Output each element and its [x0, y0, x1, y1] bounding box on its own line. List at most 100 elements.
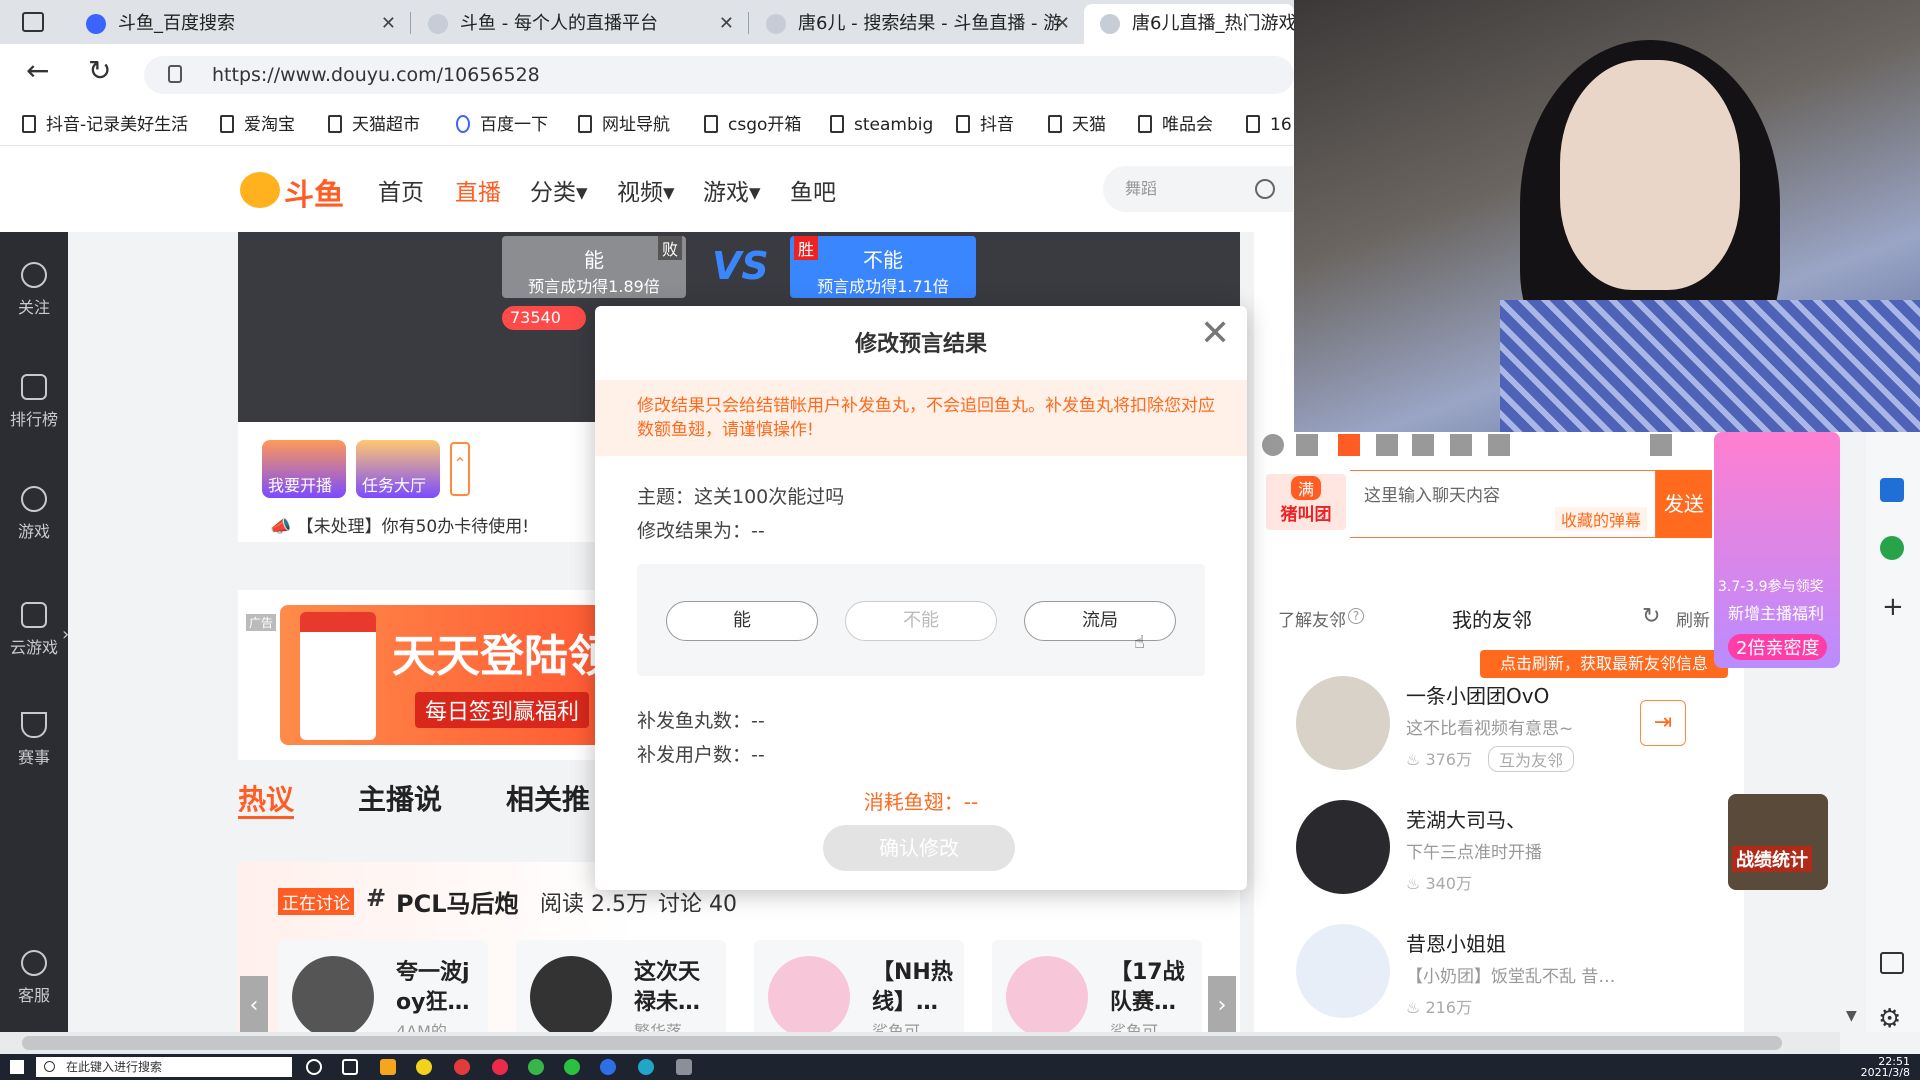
app-icon[interactable] [454, 1059, 470, 1075]
refresh-icon[interactable]: ↻ [1642, 604, 1660, 629]
topic-card[interactable]: 【NH热 线】…鲨鱼可… [754, 940, 964, 1041]
friend-name[interactable]: 芜湖大司马、 [1406, 804, 1526, 833]
filter-icon[interactable] [1650, 434, 1672, 456]
sidebar-item-events[interactable]: 赛事 [0, 712, 68, 768]
app-icon[interactable] [492, 1059, 508, 1075]
sidebar-item-games[interactable]: 游戏 [0, 486, 68, 542]
close-icon[interactable]: ✕ [381, 4, 396, 44]
tab-actions-icon[interactable] [22, 12, 44, 32]
command-icon[interactable] [1488, 434, 1510, 456]
refresh-button[interactable]: 刷新 [1676, 606, 1710, 631]
nav-fishbar[interactable]: 鱼吧 [790, 173, 836, 207]
sidebar-item-follow[interactable]: 关注 [0, 262, 68, 318]
nav-live[interactable]: 直播 [455, 173, 501, 207]
browser-tab[interactable]: 唐6儿 - 搜索结果 - 斗鱼直播 - 游 ✕ [750, 4, 1082, 44]
scrollbar-thumb[interactable] [22, 1036, 1782, 1050]
meme-icon[interactable] [1450, 434, 1472, 456]
vertical-scroll-down-icon[interactable]: ▼ [1846, 1008, 1857, 1024]
add-icon[interactable]: + [1882, 592, 1904, 622]
topic-name[interactable]: PCL马后炮 [396, 884, 519, 919]
sidebar-toggle-icon[interactable] [1880, 952, 1904, 974]
tree-icon[interactable] [1880, 536, 1904, 560]
reload-icon[interactable]: ↻ [88, 54, 111, 87]
nav-home[interactable]: 首页 [378, 173, 424, 207]
bookmark[interactable]: 网址导航 [578, 112, 670, 138]
bookmark[interactable]: 天猫 [1048, 112, 1106, 138]
sidebar-item-support[interactable]: 客服 [0, 950, 68, 1006]
bookmark[interactable]: 16 [1246, 112, 1292, 138]
cortana-icon[interactable] [306, 1059, 322, 1075]
bookmark[interactable]: 爱淘宝 [220, 112, 295, 138]
option-cannot-button[interactable]: 不能 [845, 601, 997, 641]
tab-hot-discussion[interactable]: 热议 [238, 778, 294, 818]
wechat-icon[interactable] [564, 1059, 580, 1075]
settings-gear-icon[interactable]: ⚙ [1878, 1004, 1901, 1034]
notice-line[interactable]: 📣 【未处理】你有50办卡待使用! [270, 512, 529, 537]
task-hall-button[interactable]: 任务大厅 [356, 440, 440, 498]
bookmark[interactable]: 抖音-记录美好生活 [22, 112, 188, 138]
back-arrow-icon[interactable]: ← [26, 54, 49, 87]
browser-tab[interactable]: 斗鱼_百度搜索 ✕ [70, 4, 408, 44]
bookmark[interactable]: csgo开箱 [704, 112, 801, 138]
nav-game[interactable]: 游戏▾ [703, 173, 761, 207]
tab-streamer-says[interactable]: 主播说 [358, 778, 442, 818]
carousel-prev-icon[interactable]: ‹ [240, 976, 268, 1036]
stats-banner[interactable]: 战绩统计 [1728, 794, 1828, 890]
bookmark[interactable]: 天猫超市 [328, 112, 420, 138]
promo-banner[interactable]: 3.7-3.9参与领奖 新增主播福利 2倍亲密度 [1714, 432, 1840, 668]
app-icon[interactable] [416, 1059, 432, 1075]
bookmark[interactable]: steambig [830, 112, 933, 138]
tab-learn-friends[interactable]: 了解友邻 [1278, 606, 1346, 631]
close-icon[interactable]: ✕ [1055, 4, 1070, 44]
close-icon[interactable]: ✕ [719, 4, 734, 44]
friend-name[interactable]: 一条小团团OvO [1406, 680, 1549, 709]
megaphone-icon[interactable] [1296, 434, 1318, 456]
app-icon[interactable] [676, 1059, 692, 1075]
send-button[interactable]: 发送 [1656, 470, 1712, 538]
windows-start-icon[interactable] [10, 1060, 24, 1074]
topic-card[interactable]: 这次天 禄未…繁华落… [516, 940, 726, 1041]
task-view-icon[interactable] [342, 1059, 358, 1075]
confirm-button[interactable]: 确认修改 [823, 825, 1015, 871]
avatar[interactable] [1296, 800, 1390, 894]
app-icon[interactable] [380, 1059, 396, 1075]
expand-up-icon[interactable]: ⌃ [450, 442, 470, 496]
site-logo[interactable]: 斗鱼 [240, 168, 350, 213]
fan-club-badge[interactable]: 满 猪叫团 [1266, 474, 1346, 530]
close-icon[interactable]: ✕ [1200, 316, 1230, 352]
browser-tab-active[interactable]: 唐6儿直播_热门游戏直 [1084, 4, 1294, 44]
admin-icon[interactable] [1412, 434, 1434, 456]
nav-video[interactable]: 视频▾ [617, 173, 675, 207]
start-live-button[interactable]: 我要开播 [262, 440, 346, 498]
edge-icon[interactable] [638, 1059, 654, 1075]
friend-name[interactable]: 昔恩小姐姐 [1406, 928, 1506, 957]
browser-tab[interactable]: 斗鱼 - 每个人的直播平台 ✕ [412, 4, 746, 44]
carousel-next-icon[interactable]: › [1208, 976, 1236, 1036]
tab-my-friends[interactable]: 我的友邻 [1452, 604, 1532, 633]
search-input[interactable]: 舞蹈 [1103, 166, 1293, 212]
sidebar-item-ranking[interactable]: 排行榜 [0, 374, 68, 430]
taskbar-search-input[interactable]: 在此键入进行搜索 [36, 1057, 292, 1077]
app-icon[interactable] [528, 1059, 544, 1075]
avatar[interactable] [1296, 676, 1390, 770]
enter-room-icon[interactable]: ⇥ [1640, 700, 1686, 746]
noble-icon[interactable] [1338, 434, 1360, 456]
search-icon[interactable] [1255, 179, 1275, 199]
bookmark[interactable]: 抖音 [956, 112, 1014, 138]
sidebar-item-cloud-games[interactable]: 云游戏 [0, 602, 68, 658]
bookmark[interactable]: 百度一下 [456, 112, 548, 138]
avatar[interactable] [1296, 924, 1390, 1018]
chat-input[interactable]: 这里输入聊天内容 收藏的弹幕 [1350, 470, 1656, 538]
bookmark[interactable]: 唯品会 [1138, 112, 1213, 138]
topic-card[interactable]: 【17战 队赛…鲨鱼可… [992, 940, 1202, 1041]
nav-category[interactable]: 分类▾ [530, 173, 588, 207]
collected-danmaku-button[interactable]: 收藏的弹幕 [1554, 507, 1647, 531]
outlook-icon[interactable] [1880, 478, 1904, 502]
help-icon[interactable]: ? [1348, 608, 1364, 624]
tab-related[interactable]: 相关推 [506, 778, 590, 818]
fans-icon[interactable] [1376, 434, 1398, 456]
topic-card[interactable]: 夸一波j oy狂…4AM的… [278, 940, 488, 1041]
app-icon[interactable] [600, 1059, 616, 1075]
emoji-icon[interactable] [1262, 434, 1284, 456]
address-bar[interactable]: https://www.douyu.com/10656528 [144, 56, 1294, 94]
